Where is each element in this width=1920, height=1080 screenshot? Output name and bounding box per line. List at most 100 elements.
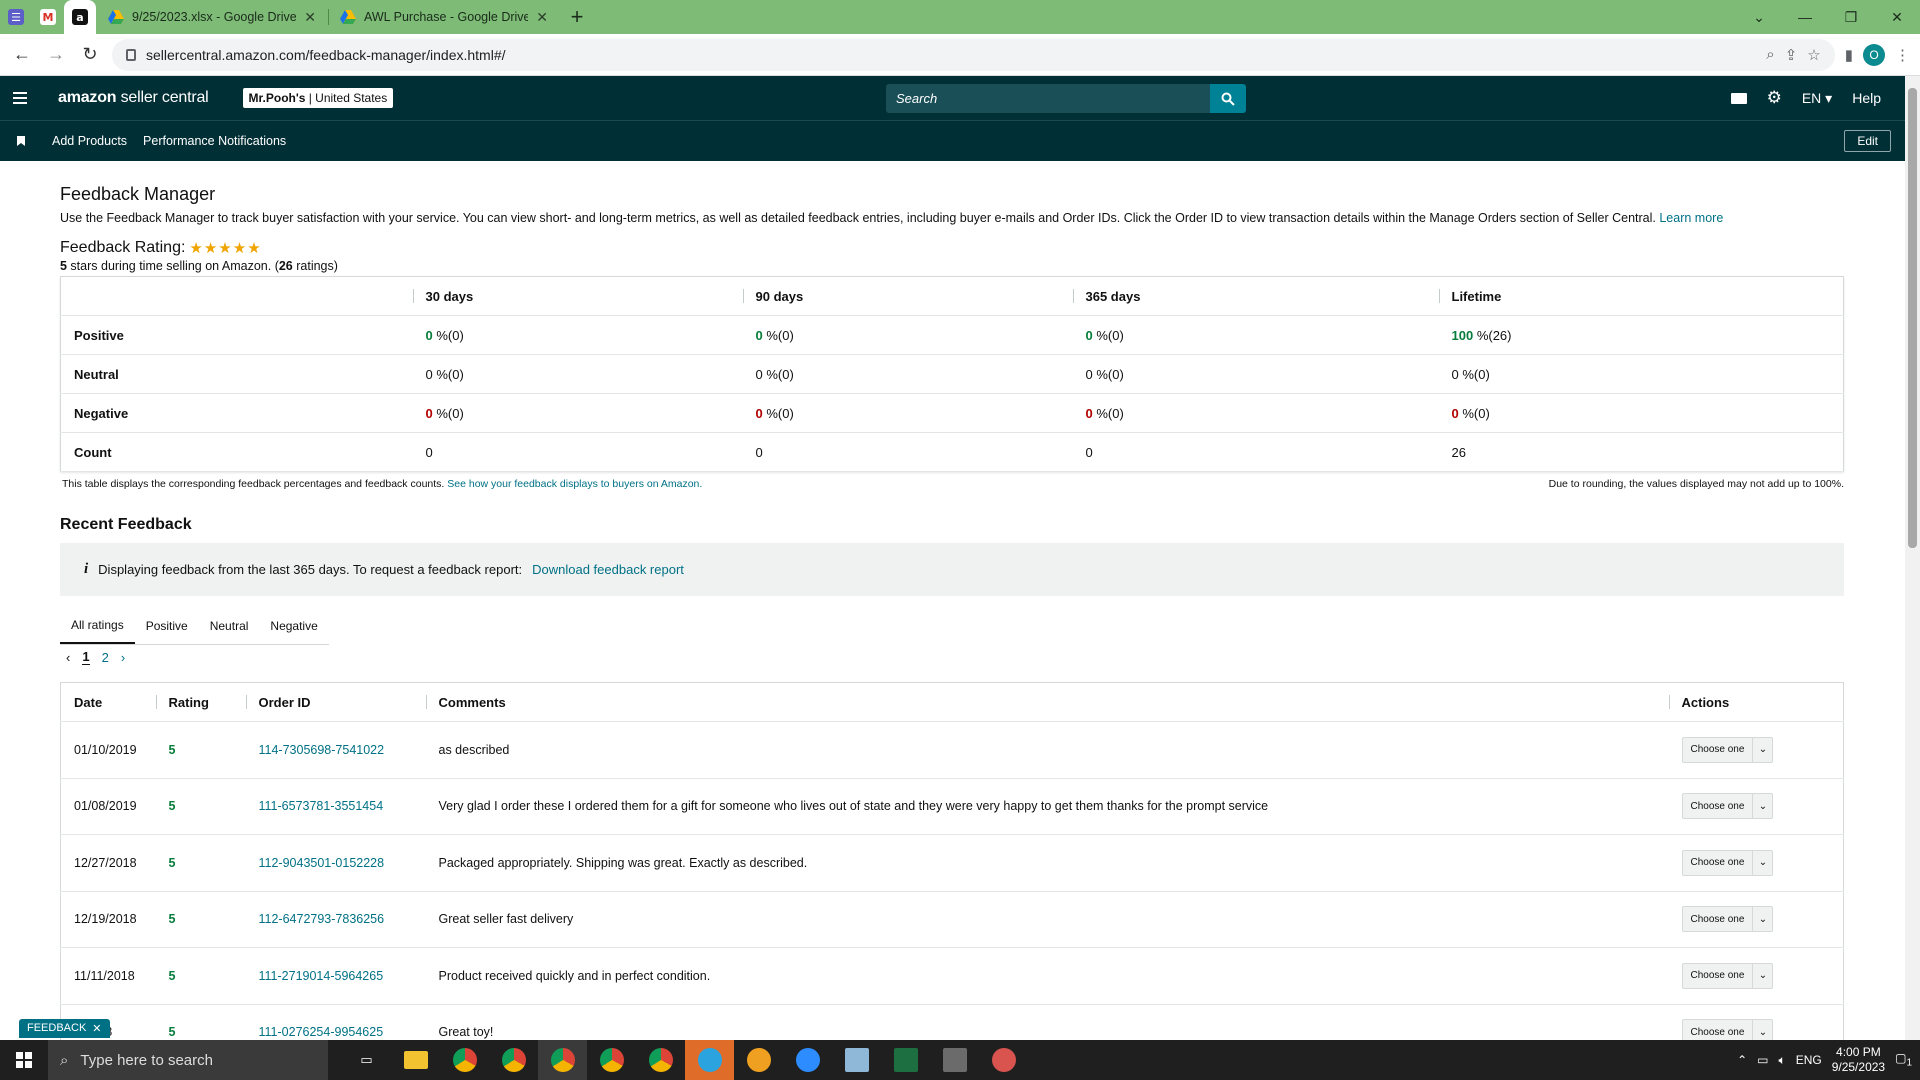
close-icon[interactable]: ✕	[92, 1022, 101, 1035]
telegram-icon[interactable]	[685, 1040, 734, 1080]
window-controls: ⌄ — ❐ ✕	[1736, 0, 1920, 34]
tab-all-ratings[interactable]: All ratings	[60, 608, 135, 644]
prev-page-icon[interactable]: ‹	[66, 650, 70, 665]
actions-dropdown[interactable]: Choose one ⌄	[1681, 736, 1774, 763]
table-row: 01/10/2019 5 114-7305698-7541022 as describ…	[60, 721, 1844, 779]
search-button[interactable]	[1210, 84, 1246, 113]
pinned-tab-notes[interactable]: ☰	[0, 0, 32, 34]
zoom-app-icon[interactable]	[783, 1040, 832, 1080]
pinned-tab-amazon[interactable]: a	[64, 0, 96, 34]
notification-icon[interactable]: ▢1	[1895, 1051, 1912, 1068]
scrollbar-thumb[interactable]	[1908, 88, 1917, 548]
feedback-widget[interactable]: FEEDBACK ✕	[19, 1019, 110, 1038]
store-switcher[interactable]: Mr.Pooh's | United States	[242, 88, 394, 108]
feedback-comment: as described	[425, 721, 1669, 779]
edit-button[interactable]: Edit	[1844, 130, 1891, 152]
order-id-link[interactable]: 112-9043501-0152228	[245, 834, 426, 892]
feedback-display-link[interactable]: See how your feedback displays to buyers…	[447, 478, 702, 490]
tab-search-icon[interactable]: ⌄	[1736, 9, 1782, 26]
metrics-row-label: Neutral	[60, 354, 413, 394]
order-id-link[interactable]: 111-2719014-5964265	[245, 947, 426, 1005]
close-window-button[interactable]: ✕	[1874, 9, 1920, 26]
page-link[interactable]: 2	[102, 650, 109, 665]
seller-central-logo[interactable]: amazon seller central	[58, 89, 209, 107]
info-icon: i	[84, 561, 89, 577]
excel-icon[interactable]	[881, 1040, 930, 1080]
order-id-link[interactable]: 114-7305698-7541022	[245, 721, 426, 779]
chrome-icon[interactable]	[440, 1040, 489, 1080]
calculator-icon[interactable]	[930, 1040, 979, 1080]
share-icon[interactable]: ⇪	[1785, 46, 1798, 64]
chrome-icon[interactable]	[489, 1040, 538, 1080]
side-panel-icon[interactable]: ▮	[1845, 46, 1853, 64]
rating-filter-tabs: All ratings Positive Neutral Negative	[60, 608, 329, 645]
bookmark-star-icon[interactable]: ☆	[1807, 46, 1820, 64]
column-header[interactable]: Date	[60, 682, 156, 722]
bookmark-icon[interactable]	[17, 136, 25, 146]
taskbar-search[interactable]: ⌕ Type here to search	[48, 1040, 328, 1080]
metrics-cell: 0 %(0)	[742, 354, 1073, 394]
minimize-button[interactable]: —	[1782, 9, 1828, 25]
actions-dropdown[interactable]: Choose one ⌄	[1681, 906, 1774, 933]
mail-icon[interactable]	[1730, 92, 1747, 104]
column-header[interactable]: Rating	[155, 682, 246, 722]
hamburger-menu-icon[interactable]	[0, 97, 40, 99]
chrome-icon[interactable]	[538, 1040, 587, 1080]
gear-icon[interactable]: ⚙	[1767, 88, 1782, 108]
close-icon[interactable]: ✕	[304, 9, 316, 26]
network-icon[interactable]: ▭	[1757, 1053, 1768, 1067]
actions-dropdown[interactable]: Choose one ⌄	[1681, 962, 1774, 989]
feedback-comment: Product received quickly and in perfect …	[425, 947, 1669, 1005]
pinned-tab-gmail[interactable]: M	[32, 0, 64, 34]
tray-language[interactable]: ENG	[1796, 1053, 1822, 1067]
tab-positive[interactable]: Positive	[135, 608, 199, 644]
reload-button[interactable]: ↻	[78, 44, 102, 65]
snipping-tool-icon[interactable]	[979, 1040, 1028, 1080]
actions-dropdown[interactable]: Choose one ⌄	[1681, 793, 1774, 820]
windows-start-icon[interactable]	[0, 1052, 48, 1068]
zoom-icon[interactable]: ⌕	[1766, 46, 1774, 63]
volume-icon[interactable]: 🔈︎	[1778, 1053, 1785, 1068]
chevron-down-icon: ⌄	[1752, 963, 1772, 988]
file-explorer-icon[interactable]	[391, 1040, 440, 1080]
column-header[interactable]: Order ID	[245, 682, 426, 722]
chrome-icon[interactable]	[636, 1040, 685, 1080]
forward-button[interactable]: →	[44, 44, 68, 65]
order-id-link[interactable]: 112-6472793-7836256	[245, 891, 426, 948]
help-link[interactable]: Help	[1852, 90, 1881, 106]
profile-avatar[interactable]: O	[1863, 43, 1885, 66]
back-button[interactable]: ←	[10, 44, 34, 65]
page-link[interactable]: 1	[82, 649, 90, 665]
search-input[interactable]: Search	[886, 84, 1210, 113]
task-view-icon[interactable]: ▭	[342, 1040, 391, 1080]
search-box: Search	[886, 84, 1246, 113]
chrome-icon[interactable]	[587, 1040, 636, 1080]
restore-button[interactable]: ❐	[1828, 9, 1874, 26]
language-selector[interactable]: EN ▾	[1802, 90, 1832, 107]
metrics-cell: 0 %(0)	[742, 393, 1073, 433]
download-report-link[interactable]: Download feedback report	[532, 562, 684, 577]
new-tab-button[interactable]: +	[560, 0, 594, 34]
nav-link-add-products[interactable]: Add Products	[52, 134, 127, 148]
url-field[interactable]: sellercentral.amazon.com/feedback-manage…	[112, 38, 1835, 71]
browser-tab[interactable]: AWL Purchase - Google Drive ✕	[328, 0, 560, 34]
next-page-icon[interactable]: ›	[121, 650, 125, 665]
notepad-icon[interactable]	[832, 1040, 881, 1080]
feedback-rating: Feedback Rating: ★★★★★	[60, 239, 262, 257]
tab-neutral[interactable]: Neutral	[199, 608, 260, 644]
browser-menu-icon[interactable]: ⋮	[1895, 46, 1910, 64]
page-scrollbar[interactable]	[1905, 76, 1920, 1040]
actions-dropdown[interactable]: Choose one ⌄	[1681, 849, 1774, 876]
tab-negative[interactable]: Negative	[259, 608, 328, 644]
learn-more-link[interactable]: Learn more	[1659, 211, 1723, 225]
metrics-row-label: Negative	[60, 393, 413, 433]
clock[interactable]: 4:00 PM 9/25/2023	[1832, 1045, 1885, 1075]
metrics-cell: 0 %(0)	[1072, 315, 1439, 355]
close-icon[interactable]: ✕	[536, 9, 548, 26]
nav-link-performance-notifications[interactable]: Performance Notifications	[143, 134, 286, 148]
browser-tab[interactable]: 9/25/2023.xlsx - Google Drive ✕	[96, 0, 328, 34]
pagination: ‹ 1 2 ›	[66, 649, 125, 665]
app-icon[interactable]	[734, 1040, 783, 1080]
order-id-link[interactable]: 111-6573781-3551454	[245, 778, 426, 835]
chevron-up-icon[interactable]: ⌃	[1737, 1053, 1747, 1067]
